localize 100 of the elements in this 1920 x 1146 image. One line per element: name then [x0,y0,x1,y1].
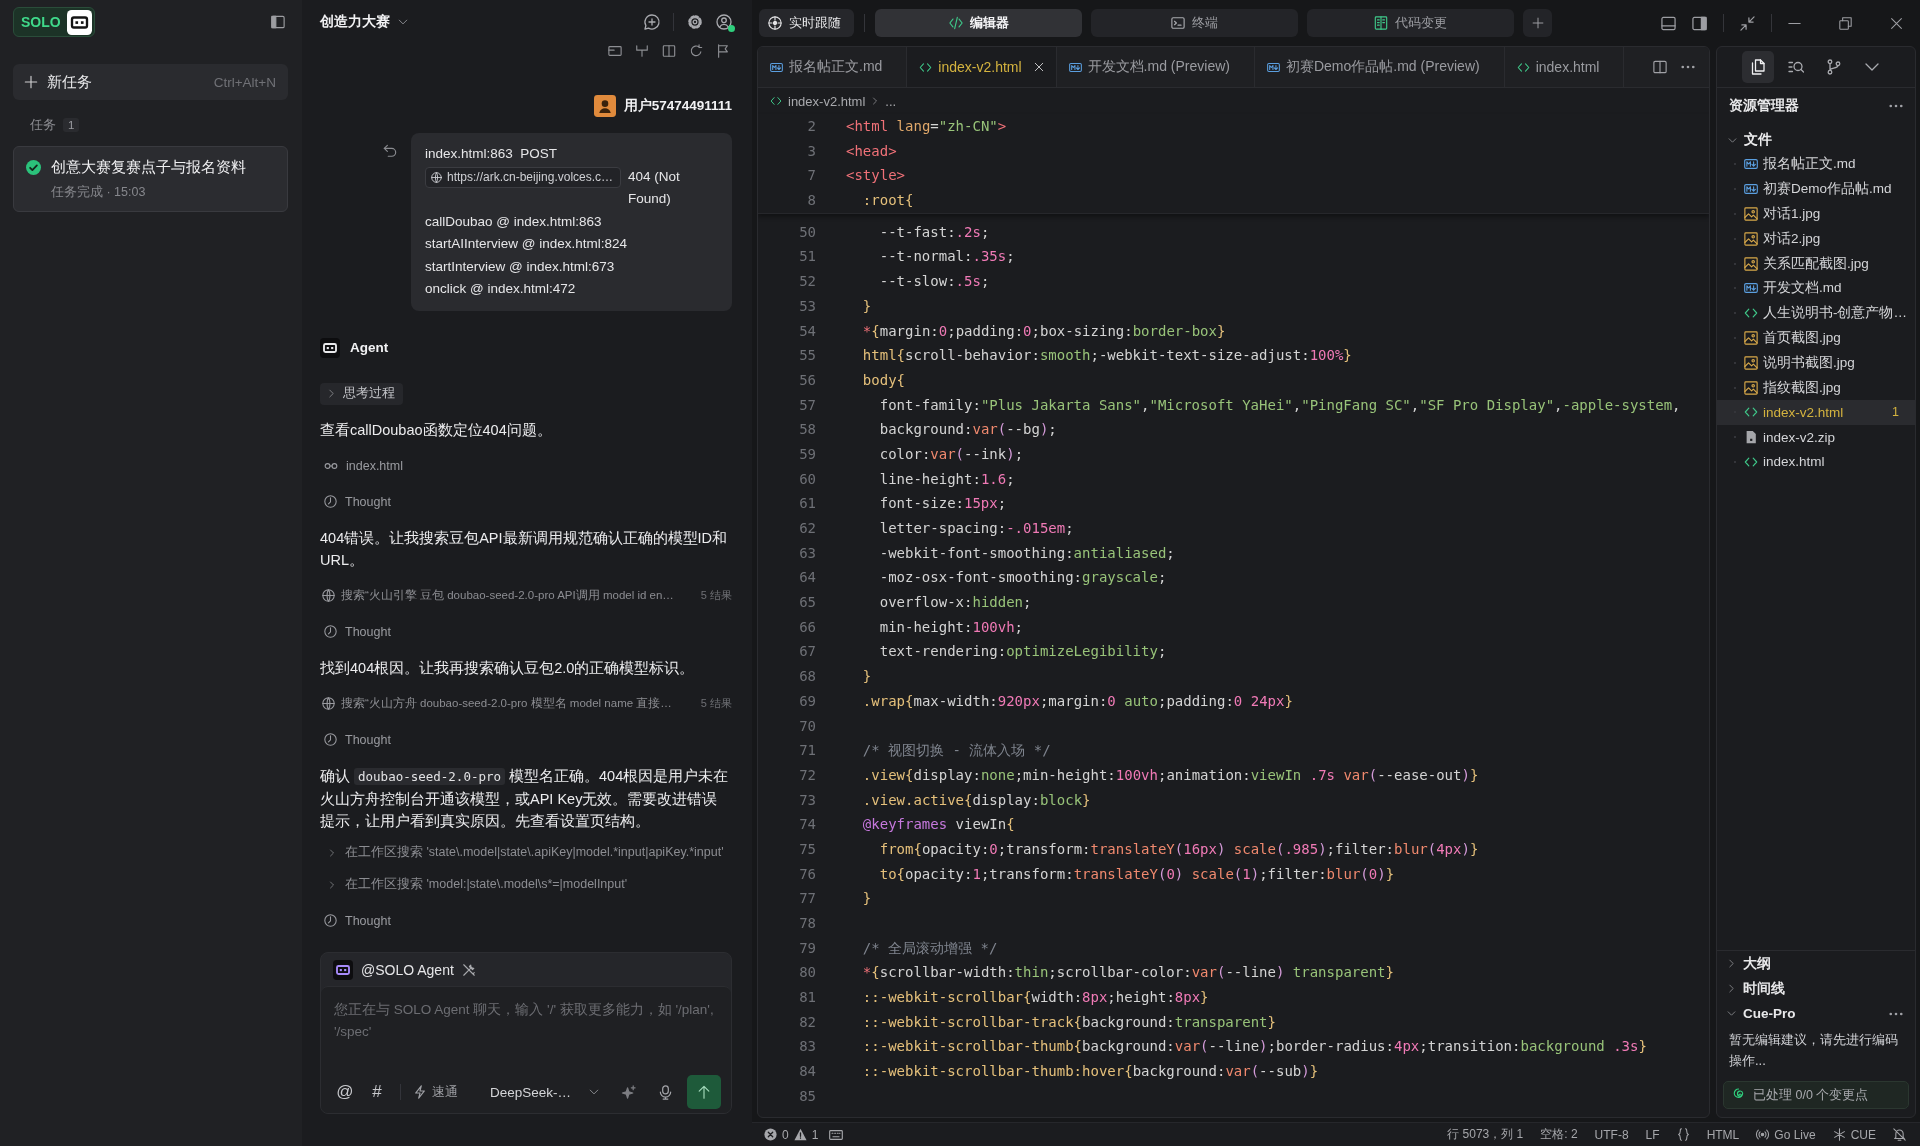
tool-button[interactable]: @ [334,1082,356,1102]
markdown-icon [1068,60,1082,74]
tool-button[interactable]: # [366,1082,388,1102]
go-live-button[interactable]: Go Live [1756,1127,1816,1142]
tools-icon[interactable] [461,962,476,977]
project-selector[interactable]: 创造力大赛 [320,13,408,31]
more-icon[interactable] [1889,1011,1903,1016]
keyboard-icon[interactable] [829,1127,844,1142]
line-number: 71 [799,741,816,761]
extension-button[interactable]: CUE [1832,1127,1876,1142]
file-item[interactable]: index-v2.html 1 [1717,399,1915,425]
code-line: <head> [846,141,897,161]
flag-icon[interactable] [716,44,730,58]
account-icon[interactable] [716,14,732,30]
workspace-search-row[interactable]: 在工作区搜索 'state\.model|state\.apiKey|model.*input|apiKey.*input' [320,841,724,864]
section-header[interactable]: Cue-Pro [1727,1006,1796,1021]
view-tab[interactable]: 代码变更 [1307,9,1514,37]
code-line: .wrap{max-width:920px;margin:0 auto;padding:0 24px} [862,691,1293,711]
new-chat-icon[interactable] [644,14,660,30]
editor-tab[interactable]: index.html [1504,47,1625,87]
cursor-position[interactable]: 行 5073，列 1 [1447,1126,1524,1143]
editor-tab[interactable]: 初赛Demo作品帖.md (Preview) [1254,47,1505,87]
line-ending[interactable]: LF [1645,1127,1660,1142]
agent-message: 确认 doubao-seed-2.0-pro 模型名正确。404根因是用户未在火山方舟控制台开通该模型，或API Key无效。需要改进错误提示，让用户看到真实原因。先查看设置页结构。 [320,766,730,831]
sidebar-toggle-icon[interactable] [271,15,285,29]
line-number: 75 [799,839,816,859]
braces-icon[interactable] [1676,1128,1690,1141]
code-line: --t-fast:.2s; [879,222,990,242]
follow-button[interactable]: 实时跟随 [759,9,854,37]
code-icon [919,60,933,74]
bell-off-icon[interactable] [1893,1128,1906,1141]
model-selector[interactable]: DeepSeek-… [490,1084,600,1100]
refresh-icon[interactable] [689,44,703,58]
view-tab[interactable]: 终端 [1091,9,1298,37]
line-number: 8 [807,191,816,211]
columns-icon[interactable] [662,44,676,58]
line-number: 51 [799,247,816,267]
breadcrumb-item[interactable]: index-v2.html [788,93,866,109]
panel-bottom-icon[interactable] [1661,15,1676,31]
markdown-icon [1266,60,1280,74]
microphone-icon[interactable] [658,1084,674,1100]
view-tab[interactable]: 编辑器 [875,9,1082,37]
line-number: 67 [799,642,816,662]
code-line: letter-spacing:-.015em; [879,519,1074,538]
close-icon[interactable] [1890,16,1903,30]
file-link[interactable]: index.html [346,458,403,473]
activity-button[interactable] [1742,51,1774,83]
section-header[interactable]: 时间线 [1727,979,1785,998]
fork-icon[interactable] [635,44,649,58]
clock-icon [324,914,337,927]
message-text: onclick @ index.html:472 [425,280,576,298]
task-item[interactable]: 创意大赛复赛点子与报名资料 任务完成 · 15:03 [13,146,288,212]
workspace-search-row[interactable]: 在工作区搜索 'model:|state\.model\s*=|modelInput' [320,873,628,896]
message-text: startInterview @ index.html:673 [425,257,615,276]
task-status: 任务完成 · 15:03 [51,185,146,199]
line-number: 62 [799,519,816,538]
url-link[interactable]: https://ark.cn-beijing.volces.c… [425,166,622,188]
indent-setting[interactable]: 空格: 2 [1540,1126,1578,1143]
more-icon[interactable] [1681,65,1695,69]
folder-item[interactable]: 文件 [1717,128,1772,152]
split-editor-icon[interactable] [1653,60,1667,74]
code-icon [770,95,782,107]
encoding[interactable]: UTF-8 [1594,1127,1629,1142]
editor-tab[interactable]: 开发文档.md (Preview) [1056,47,1255,87]
code-line: /* 全局滚动增强 */ [862,938,998,958]
message-text: startAIInterview @ index.html:824 [425,235,628,253]
undo-icon[interactable] [383,144,397,158]
new-task-button[interactable]: 新任务 Ctrl+Alt+N [13,64,288,100]
panel-right-icon[interactable] [1692,15,1707,31]
file-icon [1744,430,1758,445]
add-view-button[interactable] [1523,9,1552,37]
settings-icon[interactable] [687,14,703,30]
code-line: @keyframes viewIn{ [862,815,1015,835]
language-mode[interactable]: HTML [1706,1127,1740,1142]
more-icon[interactable] [1889,104,1903,108]
line-number: 70 [799,716,816,736]
section-header[interactable]: 大纲 [1727,954,1771,973]
restore-icon[interactable] [1839,16,1852,30]
collapse-icon[interactable] [1740,15,1755,31]
thinking-toggle[interactable]: 思考过程 [320,382,403,405]
line-number: 74 [799,815,816,835]
thought-label: Thought [345,494,391,509]
window-icon[interactable] [608,44,622,58]
files-icon [1750,59,1766,75]
sparkle-icon[interactable] [621,1084,637,1100]
send-button[interactable] [687,1075,721,1109]
error-count[interactable]: 0 [782,1127,789,1142]
line-number: 59 [799,444,816,464]
code-line: font-size:15px; [879,494,1007,514]
message-text: callDoubao @ index.html:863 [425,212,602,231]
line-number: 60 [799,469,816,489]
line-number: 3 [807,141,816,161]
breadcrumb-item[interactable]: ... [885,93,897,109]
message-text: 404 (Not Found) [628,167,681,208]
editor-tab[interactable]: index-v2.html [907,47,1057,87]
line-number: 77 [799,889,816,909]
status-text: 已处理 0/0 个变更点 [1753,1086,1869,1104]
line-number: 57 [799,395,816,415]
warning-count[interactable]: 1 [811,1127,819,1142]
mode-button[interactable]: 速通 [413,1083,458,1101]
